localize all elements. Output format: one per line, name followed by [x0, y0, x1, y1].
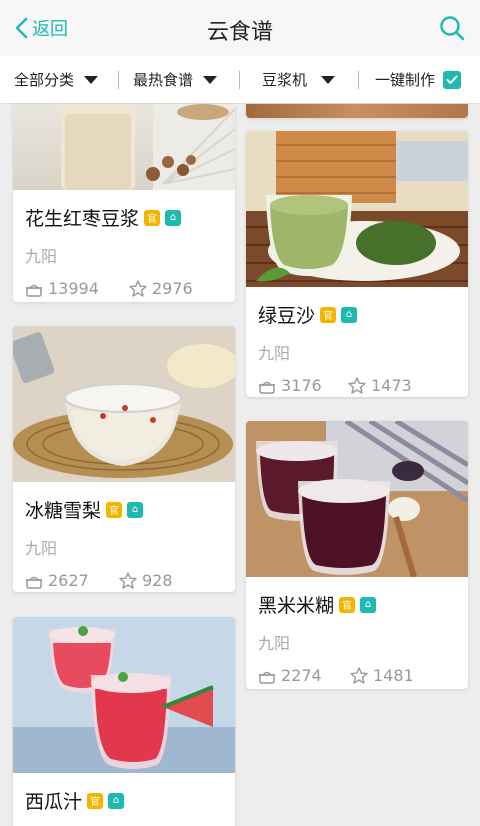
favorites-stat: 1473: [348, 376, 412, 395]
favorites-stat: 928: [119, 571, 173, 590]
official-badge: 官: [339, 596, 356, 613]
caret-down-icon: [203, 75, 218, 84]
recipe-card[interactable]: 绿豆沙 官 ⌂ 九阳 3176 1473: [246, 131, 468, 397]
recipe-title: 西瓜汁: [25, 791, 83, 813]
home-icon: ⌂: [341, 306, 358, 323]
views-stat: 2274: [258, 666, 350, 685]
views-count: 13994: [48, 279, 99, 298]
top-bar: 返回 云食谱: [0, 0, 480, 56]
views-stat: 2627: [25, 571, 119, 590]
page-title: 云食谱: [206, 20, 273, 45]
favorites-count: 928: [142, 571, 173, 590]
star-icon: [129, 280, 147, 297]
favorites-count: 1473: [371, 376, 412, 395]
star-icon: [348, 377, 366, 394]
recipe-brand: 九阳: [25, 539, 58, 558]
star-icon: [350, 667, 368, 684]
recipe-card[interactable]: 黑米米糊 官 ⌂ 九阳 2274 1481: [246, 421, 468, 689]
search-icon[interactable]: [438, 14, 466, 42]
one-click-toggle[interactable]: 一键制作: [359, 56, 462, 103]
pot-icon: [259, 381, 275, 394]
favorites-stat: 1481: [350, 666, 414, 685]
recipe-image: [246, 131, 468, 287]
recipe-card[interactable]: 花生红枣豆浆 官 ⌂ 九阳 13994 2976: [13, 104, 235, 302]
caret-down-icon: [321, 75, 336, 84]
recipe-image: [246, 104, 468, 118]
recipe-stats: 13994 2976: [25, 279, 223, 298]
official-badge: 官: [144, 209, 161, 226]
recipe-card[interactable]: 西瓜汁 官 ⌂ 九阳: [13, 617, 235, 826]
recipe-stats: 2274 1481: [258, 666, 456, 685]
recipe-stats: 2627 928: [25, 571, 223, 590]
recipe-card[interactable]: 冰糖雪梨 官 ⌂ 九阳 2627 928: [13, 326, 235, 592]
recipe-title: 花生红枣豆浆: [25, 208, 140, 230]
home-icon: ⌂: [165, 209, 182, 226]
recipe-brand: 九阳: [258, 634, 291, 653]
recipe-image: [13, 104, 235, 190]
favorites-count: 1481: [373, 666, 414, 685]
views-count: 2627: [48, 571, 89, 590]
recipe-name: 冰糖雪梨 官 ⌂: [25, 496, 223, 523]
recipe-image: [13, 617, 235, 773]
pot-icon: [26, 576, 42, 589]
recipe-name: 黑米米糊 官 ⌂: [258, 591, 456, 618]
recipe-name: 西瓜汁 官 ⌂: [25, 787, 223, 814]
category-filter[interactable]: 全部分类: [0, 56, 118, 103]
home-icon: ⌂: [108, 792, 125, 809]
views-stat: 13994: [25, 279, 129, 298]
recipe-image: [13, 326, 235, 482]
category-filter-label: 全部分类: [14, 71, 75, 89]
views-stat: 3176: [258, 376, 348, 395]
one-click-label: 一键制作: [375, 71, 436, 89]
favorites-stat: 2976: [129, 279, 193, 298]
home-icon: ⌂: [360, 596, 377, 613]
favorites-count: 2976: [152, 279, 193, 298]
pot-icon: [259, 671, 275, 684]
device-filter-label: 豆浆机: [262, 71, 308, 89]
caret-down-icon: [84, 75, 99, 84]
recipe-image: [246, 421, 468, 577]
recipe-title: 黑米米糊: [258, 595, 335, 617]
checkbox-checked-icon[interactable]: [443, 70, 462, 89]
views-count: 2274: [281, 666, 322, 685]
pot-icon: [26, 284, 42, 297]
recipe-title: 冰糖雪梨: [25, 500, 102, 522]
star-icon: [119, 572, 137, 589]
home-icon: ⌂: [127, 501, 144, 518]
recipe-brand: 九阳: [25, 247, 58, 266]
recipe-name: 绿豆沙 官 ⌂: [258, 301, 456, 328]
filter-bar: 全部分类 最热食谱 豆浆机 一键制作: [0, 56, 480, 104]
sort-filter-label: 最热食谱: [133, 71, 194, 89]
views-count: 3176: [281, 376, 322, 395]
recipe-stats: 3176 1473: [258, 376, 456, 395]
official-badge: 官: [106, 501, 123, 518]
recipe-name: 花生红枣豆浆 官 ⌂: [25, 204, 223, 231]
recipe-card-partial[interactable]: [246, 104, 468, 118]
official-badge: 官: [87, 792, 104, 809]
recipe-brand: 九阳: [258, 344, 291, 363]
device-filter[interactable]: 豆浆机: [240, 56, 358, 103]
official-badge: 官: [320, 306, 337, 323]
sort-filter[interactable]: 最热食谱: [119, 56, 239, 103]
recipe-title: 绿豆沙: [258, 305, 316, 327]
